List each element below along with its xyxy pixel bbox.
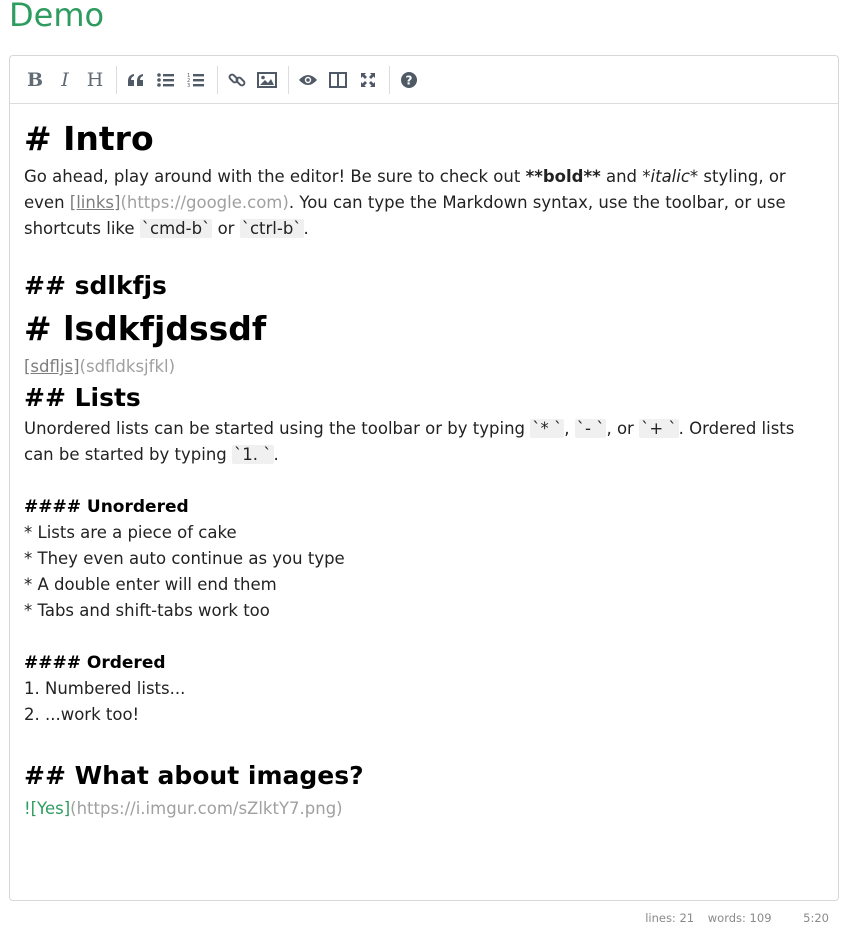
bold-sample: **bold** xyxy=(525,167,601,186)
link-text: [links] xyxy=(69,193,121,212)
markdown-editor: B I H 123 ? # Intro Go ahead, play aroun… xyxy=(9,55,839,901)
heading-ordered: #### Ordered xyxy=(24,653,166,673)
words-count: words: 109 xyxy=(707,911,772,925)
list-item: * They even auto continue as you type xyxy=(24,549,345,568)
question-circle-icon: ? xyxy=(401,71,417,88)
cursor-position: 5:20 xyxy=(803,911,829,925)
toolbar-divider xyxy=(288,65,289,94)
heading-lists: ## Lists xyxy=(24,383,141,412)
help-button[interactable]: ? xyxy=(396,65,422,95)
side-by-side-button[interactable] xyxy=(325,65,351,95)
list-item: * Lists are a piece of cake xyxy=(24,523,237,542)
image-line: ![Yes](https://i.imgur.com/sZlktY7.png) xyxy=(24,799,343,818)
link-line: [sdfljs](sdfldksjfkl) xyxy=(24,354,824,380)
quote-button[interactable] xyxy=(123,65,149,95)
heading-sdlkfjs: ## sdlkfjs xyxy=(24,271,167,300)
eye-icon xyxy=(299,74,317,85)
intro-paragraph: Go ahead, play around with the editor! B… xyxy=(24,167,786,238)
ordered-list-button[interactable]: 123 xyxy=(183,65,209,95)
list-item: 1. Numbered lists... xyxy=(24,679,186,698)
list-ol-icon: 123 xyxy=(187,73,204,88)
editor-statusbar: lines: 21 words: 109 5:20 xyxy=(635,911,829,925)
bold-button[interactable]: B xyxy=(22,65,48,95)
italic-button[interactable]: I xyxy=(52,65,78,95)
italic-icon: I xyxy=(61,68,69,91)
link-button[interactable] xyxy=(224,65,250,95)
code-ctrl-b: `ctrl-b` xyxy=(239,219,304,238)
lists-paragraph: Unordered lists can be started using the… xyxy=(24,419,795,464)
list-ul-icon xyxy=(157,72,174,87)
quote-icon xyxy=(128,73,143,86)
preview-button[interactable] xyxy=(295,65,321,95)
image-alt: [Yes] xyxy=(30,799,71,818)
page-title: Demo xyxy=(9,0,105,34)
toolbar-divider xyxy=(217,65,218,94)
heading-intro: # Intro xyxy=(24,119,154,158)
bold-icon: B xyxy=(26,68,44,91)
fullscreen-icon xyxy=(361,72,375,87)
italic-sample: *italic* xyxy=(642,167,699,186)
heading-images: ## What about images? xyxy=(24,761,364,790)
image-url: (https://i.imgur.com/sZlktY7.png) xyxy=(70,799,343,818)
code-cmd-b: `cmd-b` xyxy=(139,219,213,238)
fullscreen-button[interactable] xyxy=(355,65,381,95)
columns-icon xyxy=(329,71,347,88)
list-item: * Tabs and shift-tabs work too xyxy=(24,601,270,620)
link-url: (https://google.com) xyxy=(120,193,289,212)
link-url: (sdfldksjfkl) xyxy=(79,357,176,376)
list-item: 2. ...work too! xyxy=(24,705,140,724)
toolbar-divider xyxy=(389,65,390,94)
heading-unordered: #### Unordered xyxy=(24,497,189,517)
editor-toolbar: B I H 123 ? xyxy=(10,56,838,104)
link-icon xyxy=(228,73,246,86)
unordered-list-button[interactable] xyxy=(153,65,179,95)
list-item: * A double enter will end them xyxy=(24,575,277,594)
editor-content[interactable]: # Intro Go ahead, play around with the e… xyxy=(24,116,824,822)
heading-icon: H xyxy=(86,68,104,91)
link-text: [sdfljs] xyxy=(24,357,80,376)
heading-button[interactable]: H xyxy=(82,65,108,95)
toolbar-divider xyxy=(116,65,117,94)
heading-lsdkfjdssdf: # lsdkfjdssdf xyxy=(24,309,267,348)
image-icon xyxy=(257,71,277,88)
svg-text:3: 3 xyxy=(187,83,190,88)
lines-count: lines: 21 xyxy=(645,911,695,925)
image-button[interactable] xyxy=(254,65,280,95)
svg-text:?: ? xyxy=(406,73,413,87)
